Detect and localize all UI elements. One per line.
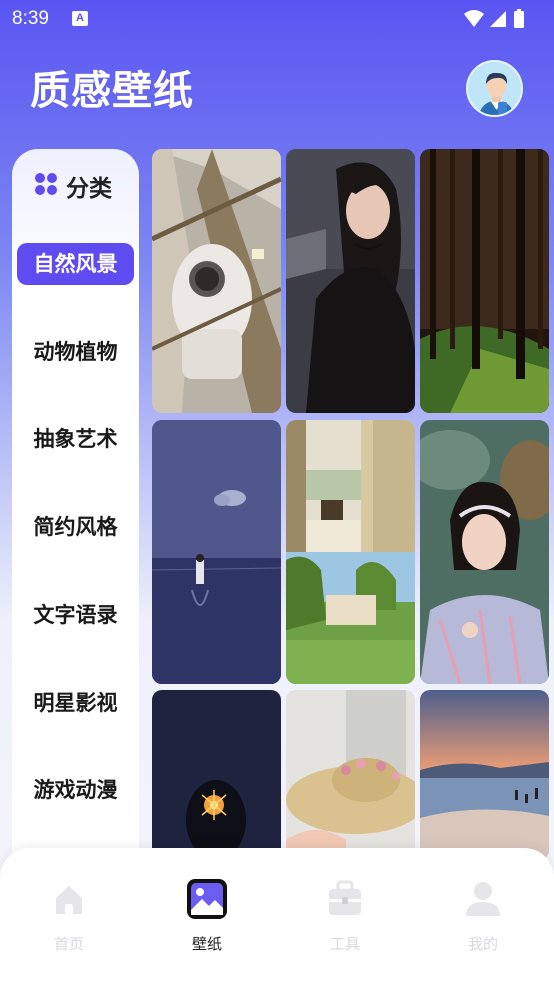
nav-home[interactable]: 首页: [24, 878, 114, 958]
wallpaper-tile-sparkler[interactable]: [152, 690, 281, 860]
woman-portrait-image: [286, 149, 415, 413]
bottom-nav: 首页 壁纸 工具 我的: [0, 848, 554, 984]
toolbox-icon: [329, 880, 361, 915]
wallpaper-tile-woman-headband[interactable]: [420, 420, 549, 684]
category-item-nature[interactable]: 自然风景: [17, 243, 134, 285]
balcony-garden-image: [286, 420, 415, 684]
category-item-games-anime[interactable]: 游戏动漫: [17, 769, 134, 811]
beach-sunset-image: [420, 690, 549, 860]
app-title: 质感壁纸: [30, 68, 194, 114]
status-bar: 8:39 A: [0, 0, 554, 38]
wallpaper-tile-astronaut[interactable]: [152, 149, 281, 413]
category-item-minimal[interactable]: 简约风格: [17, 506, 134, 548]
nav-wallpaper[interactable]: 壁纸: [162, 878, 252, 958]
notification-icon: A: [72, 11, 88, 26]
wallpaper-tile-beach-sunset[interactable]: [420, 690, 549, 860]
nav-tools[interactable]: 工具: [300, 878, 390, 958]
wallpaper-tile-balcony-garden[interactable]: [286, 420, 415, 684]
sparkler-image: [152, 690, 281, 860]
status-icons: [464, 9, 524, 28]
grid-icon: [35, 173, 57, 195]
wifi-icon: [464, 10, 484, 27]
avatar-icon: [468, 62, 521, 115]
girl-in-sea-image: [152, 420, 281, 684]
straw-hat-image: [286, 690, 415, 860]
category-sidebar: 分类 自然风景 动物植物 抽象艺术 简约风格 文字语录 明星影视 游戏动漫: [12, 149, 139, 909]
battery-icon: [514, 11, 524, 28]
signal-icon: [490, 11, 506, 27]
astronaut-image: [152, 149, 281, 413]
wallpaper-icon: [187, 879, 227, 919]
category-item-stars-film[interactable]: 明星影视: [17, 682, 134, 724]
category-item-abstract-art[interactable]: 抽象艺术: [17, 418, 134, 460]
nav-home-label: 首页: [53, 935, 84, 953]
avatar[interactable]: [466, 60, 523, 117]
profile-icon: [466, 882, 500, 916]
category-header-label: 分类: [66, 176, 112, 202]
nav-profile[interactable]: 我的: [438, 878, 528, 958]
home-icon: [56, 886, 82, 914]
category-header: 分类: [12, 169, 139, 202]
nav-profile-label: 我的: [467, 935, 498, 953]
nav-wallpaper-label: 壁纸: [191, 935, 222, 953]
wallpaper-tile-woman-portrait[interactable]: [286, 149, 415, 413]
status-time: 8:39: [12, 8, 49, 29]
forest-image: [420, 149, 549, 413]
category-item-quotes[interactable]: 文字语录: [17, 594, 134, 636]
wallpaper-tile-forest[interactable]: [420, 149, 549, 413]
woman-headband-image: [420, 420, 549, 684]
nav-tools-label: 工具: [329, 935, 360, 953]
wallpaper-tile-girl-in-sea[interactable]: [152, 420, 281, 684]
category-item-animals-plants[interactable]: 动物植物: [17, 331, 134, 373]
wallpaper-tile-straw-hat[interactable]: [286, 690, 415, 860]
